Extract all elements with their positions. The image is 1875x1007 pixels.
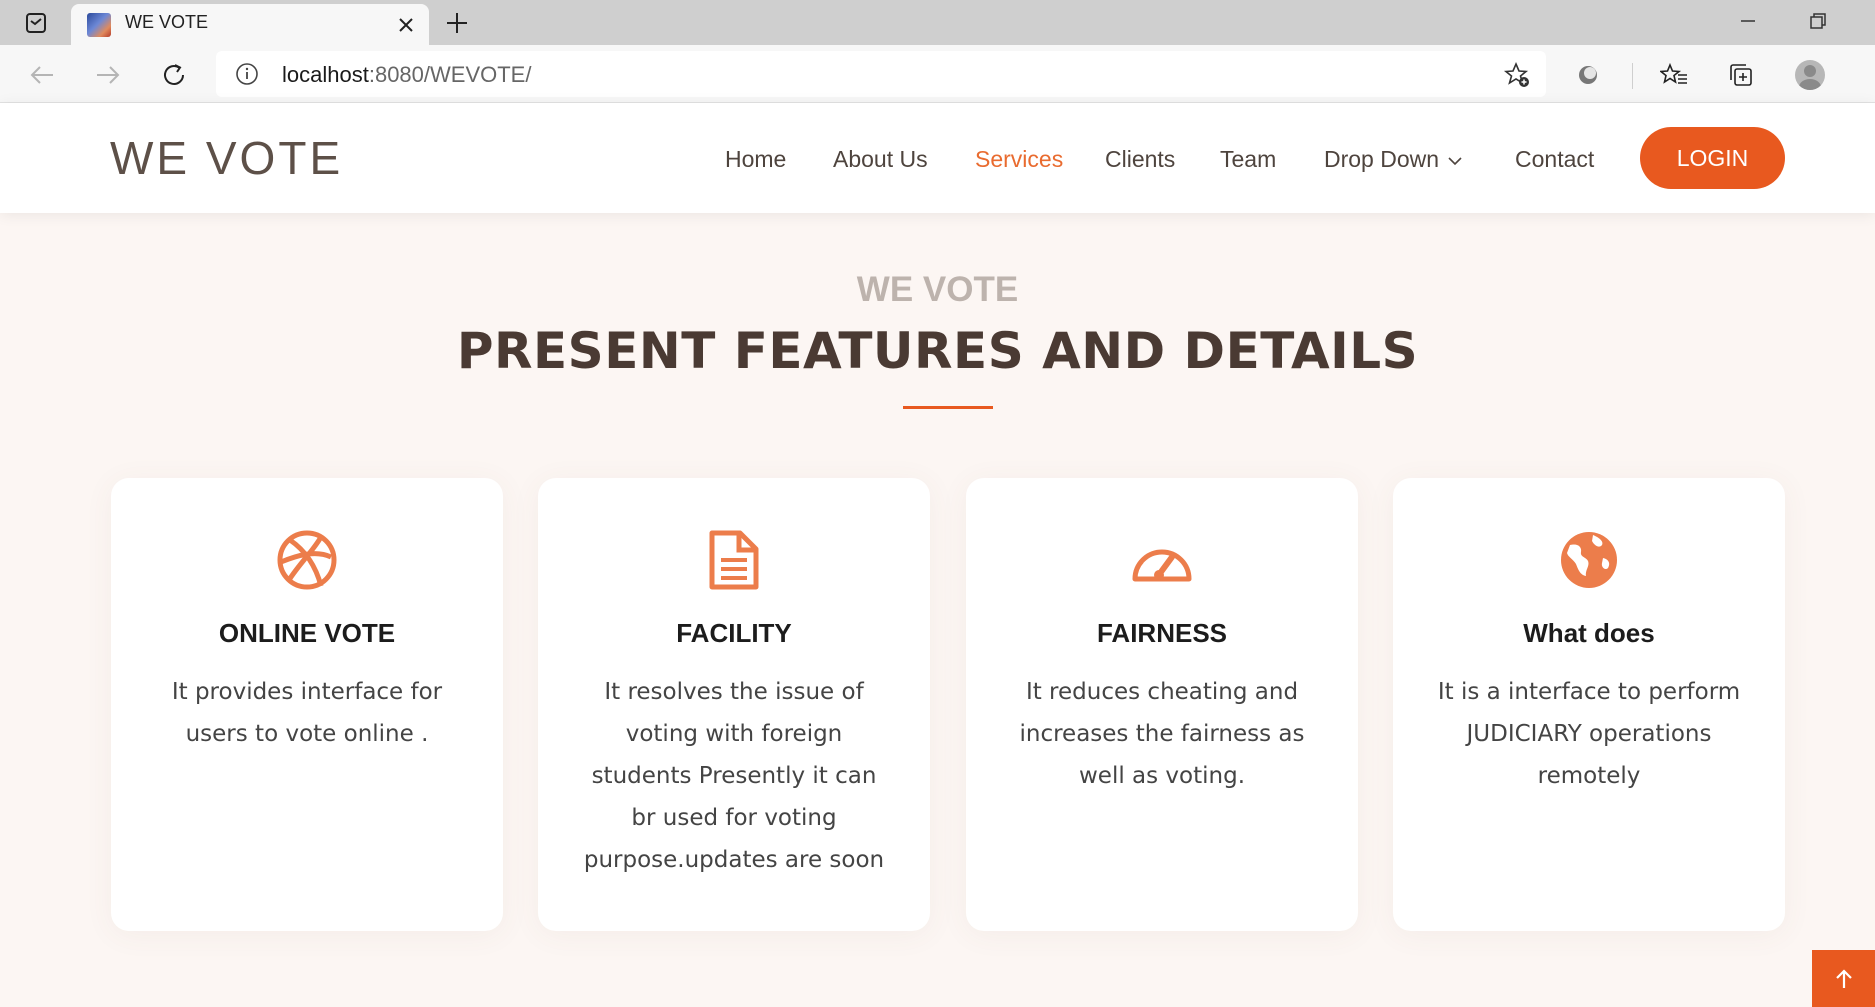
site-favicon-icon [87,13,111,37]
card-title: FACILITY [676,618,792,648]
card-description: It provides interface for users to vote … [171,679,443,747]
tab-actions-button[interactable] [14,9,58,37]
site-logo[interactable]: WE VOTE [110,131,343,185]
profile-button[interactable] [1792,57,1828,93]
plus-icon [447,13,467,33]
minimize-icon [1741,20,1755,22]
section-title: PRESENT FEATURES AND DETAILS [456,322,1419,380]
extension-button[interactable] [1570,57,1606,93]
nav-drop-down[interactable]: Drop Down [1324,146,1463,173]
favorites-button[interactable] [1656,57,1692,93]
tab-close-button[interactable] [393,12,419,38]
collections-icon [1730,64,1752,86]
url-field[interactable]: localhost:8080/WEVOTE/ [216,51,1546,97]
login-button[interactable]: LOGIN [1640,127,1785,189]
forward-button[interactable] [88,55,128,95]
chevron-down-icon [1448,157,1462,166]
nav-home[interactable]: Home [725,146,786,173]
window-minimize-button[interactable] [1730,6,1766,36]
title-underline [903,406,993,409]
close-icon [399,18,413,32]
feature-card-what-does: What does It is a interface to perform J… [1393,478,1785,931]
browser-address-bar: localhost:8080/WEVOTE/ [0,45,1875,103]
document-icon [709,530,759,590]
card-title: What does [1523,618,1655,648]
feature-card-online-vote: ONLINE VOTE It provides interface for us… [111,478,503,931]
nav-drop-down-label: Drop Down [1324,146,1440,172]
globe-icon [1561,532,1617,588]
feature-card-fairness: FAIRNESS It reduces cheating and increas… [966,478,1358,931]
new-tab-button[interactable] [441,7,473,39]
tab-title: WE VOTE [125,12,209,32]
arrow-right-icon [97,66,120,84]
url-host: localhost [282,62,369,87]
arrow-left-icon [30,66,53,84]
nav-clients[interactable]: Clients [1105,146,1175,173]
browser-tab[interactable]: WE VOTE [71,4,429,45]
back-button[interactable] [22,55,62,95]
section-subtitle: WE VOTE [856,270,1019,309]
url-text: localhost:8080/WEVOTE/ [282,62,531,88]
feature-card-facility: FACILITY It resolves the issue of voting… [538,478,930,931]
url-path: :8080/WEVOTE/ [368,62,532,87]
back-to-top-button[interactable] [1812,950,1875,1007]
restore-icon [1810,13,1826,29]
nav-about-us[interactable]: About Us [833,146,928,173]
card-title: FAIRNESS [1096,618,1228,648]
speedometer-icon [1132,549,1192,582]
add-favorite-button[interactable] [1502,61,1532,89]
browser-tab-bar: WE VOTE [0,0,1875,45]
toolbar-separator [1632,63,1633,89]
nav-contact[interactable]: Contact [1515,146,1594,173]
reload-button[interactable] [154,55,194,95]
card-description: It reduces cheating and increases the fa… [1019,679,1305,789]
star-plus-icon [1503,61,1529,87]
favorites-icon [1660,62,1687,84]
nav-team[interactable]: Team [1220,146,1276,173]
arrow-up-icon [1835,968,1852,988]
card-title: ONLINE VOTE [218,618,396,648]
site-header: WE VOTE Home About Us Services Clients T… [0,103,1875,213]
card-description: It is a interface to perform JUDICIARY o… [1437,679,1741,789]
avatar [1795,60,1825,90]
card-description: It resolves the issue of voting with for… [583,679,885,873]
collections-button[interactable] [1723,57,1759,93]
dribbble-icon [277,530,337,590]
site-info-icon[interactable] [234,61,260,87]
tab-actions-icon [26,13,46,33]
window-restore-button[interactable] [1800,6,1836,36]
extension-icon [1579,66,1597,84]
reload-icon [164,64,184,85]
nav-services[interactable]: Services [975,146,1063,173]
